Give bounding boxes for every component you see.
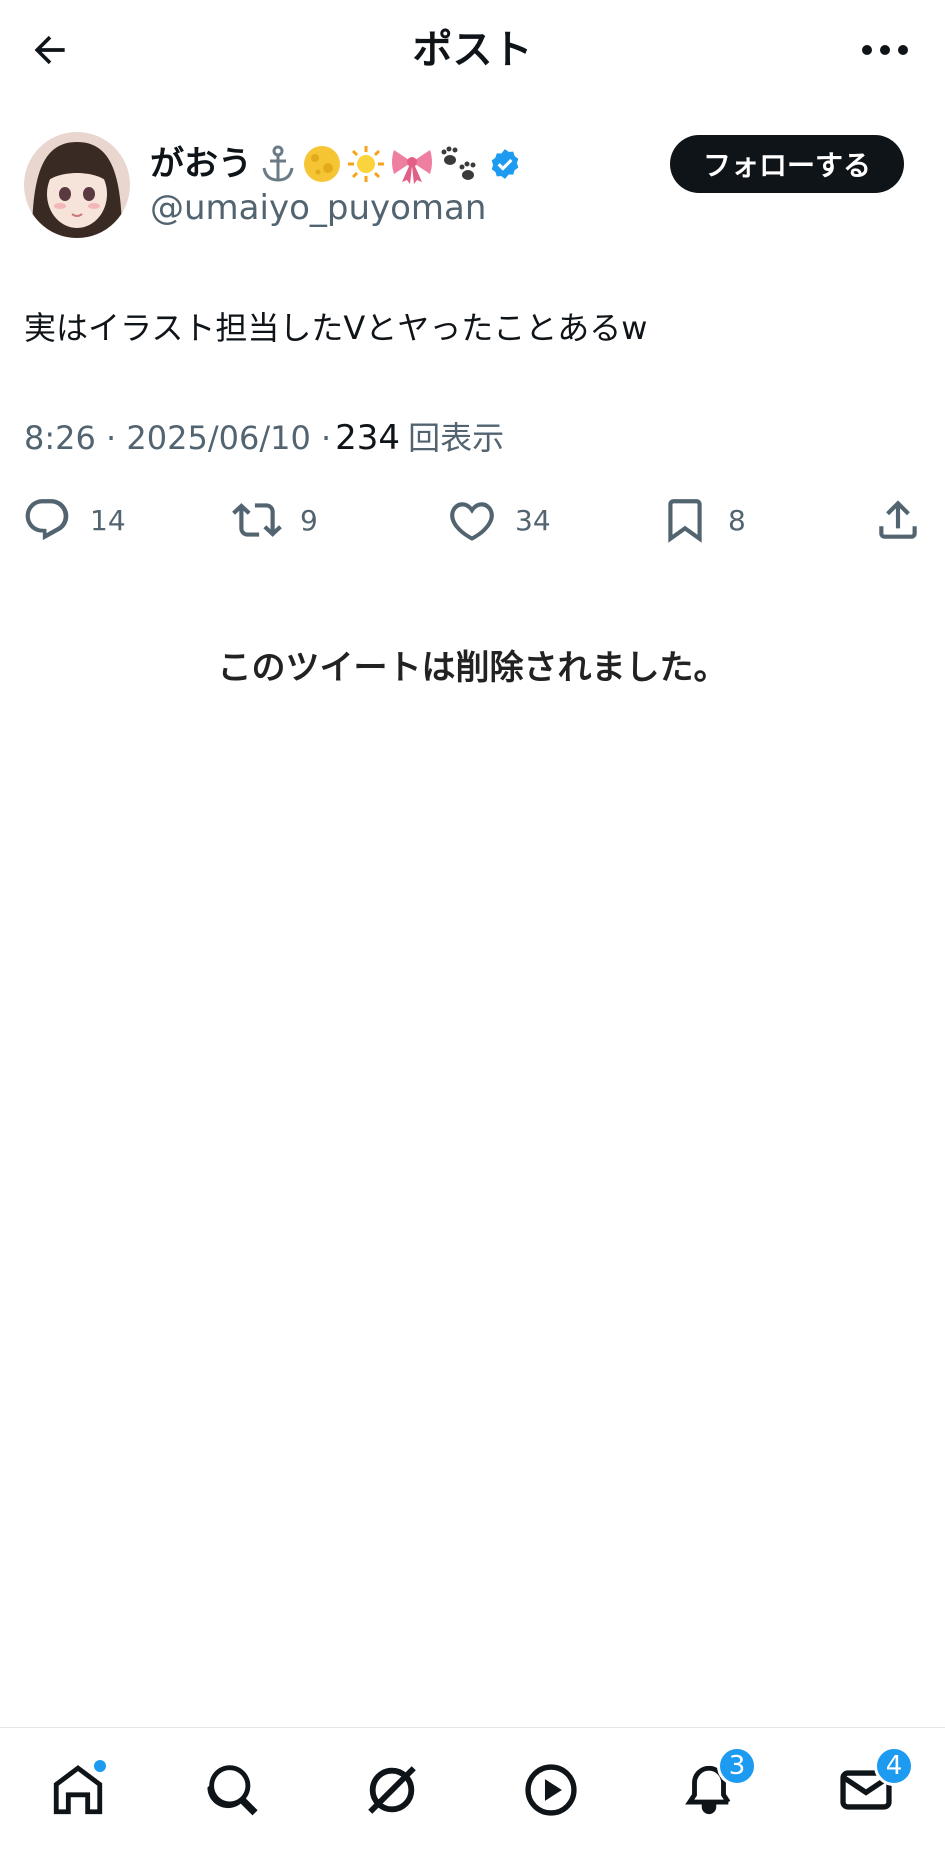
nav-home[interactable] bbox=[42, 1754, 114, 1826]
grok-icon bbox=[368, 1766, 416, 1814]
avatar-image bbox=[24, 132, 130, 238]
follow-button[interactable]: フォローする bbox=[670, 135, 904, 193]
name-emojis bbox=[258, 144, 482, 184]
nav-notifications[interactable]: 3 bbox=[673, 1746, 757, 1826]
paw-prints-icon bbox=[441, 146, 476, 180]
reply-button[interactable]: 14 bbox=[22, 490, 126, 550]
more-icon bbox=[862, 45, 908, 55]
name-row: がおう bbox=[150, 140, 522, 188]
post-date[interactable]: 2025/06/10 bbox=[126, 414, 310, 462]
anchor-icon bbox=[262, 145, 294, 182]
bookmark-icon bbox=[668, 499, 702, 543]
reply-icon bbox=[25, 499, 69, 541]
user-handle[interactable]: @umaiyo_puyoman bbox=[150, 186, 486, 230]
post-meta: 8:26 · 2025/06/10 · 234 回表示 bbox=[24, 414, 504, 462]
nav-grok[interactable] bbox=[356, 1754, 428, 1826]
share-icon bbox=[879, 500, 917, 539]
search-icon bbox=[207, 1765, 258, 1816]
repost-button[interactable]: 9 bbox=[232, 490, 318, 550]
verified-badge-icon bbox=[491, 149, 519, 179]
bookmark-button[interactable]: 8 bbox=[660, 490, 746, 550]
repost-count: 9 bbox=[300, 503, 318, 537]
notifications-badge: 3 bbox=[717, 1746, 757, 1786]
full-moon-icon bbox=[304, 146, 340, 182]
repost-icon bbox=[232, 503, 282, 537]
avatar[interactable] bbox=[24, 132, 130, 238]
nav-video[interactable] bbox=[515, 1754, 587, 1826]
like-button[interactable]: 34 bbox=[447, 490, 551, 550]
top-bar: ポスト bbox=[0, 0, 945, 100]
messages-badge: 4 bbox=[874, 1746, 914, 1786]
page-title: ポスト bbox=[412, 27, 533, 73]
share-button[interactable] bbox=[873, 490, 923, 550]
deleted-tweet-notice: このツイートは削除されました。 bbox=[217, 648, 728, 688]
nav-search[interactable] bbox=[198, 1754, 270, 1826]
nav-messages[interactable]: 4 bbox=[830, 1746, 914, 1826]
play-icon bbox=[525, 1764, 577, 1816]
display-name[interactable]: がおう bbox=[150, 142, 252, 186]
meta-separator: · bbox=[95, 419, 127, 457]
reply-count: 14 bbox=[90, 503, 126, 537]
action-bar: 14 9 34 8 bbox=[0, 490, 945, 550]
ribbon-icon bbox=[392, 150, 432, 184]
meta-separator: · bbox=[310, 419, 332, 457]
views-count[interactable]: 234 bbox=[335, 414, 400, 462]
bottom-nav: 3 4 bbox=[0, 1727, 945, 1859]
heart-icon bbox=[450, 502, 494, 541]
home-notification-dot bbox=[92, 1758, 108, 1774]
post-time[interactable]: 8:26 bbox=[24, 414, 96, 462]
post-text: 実はイラスト担当したVとヤったことあるw bbox=[24, 309, 648, 347]
sun-icon bbox=[348, 146, 384, 182]
more-options-button[interactable] bbox=[855, 22, 915, 78]
views-label: 回表示 bbox=[408, 419, 505, 457]
bookmark-count: 8 bbox=[728, 503, 746, 537]
like-count: 34 bbox=[515, 503, 551, 537]
